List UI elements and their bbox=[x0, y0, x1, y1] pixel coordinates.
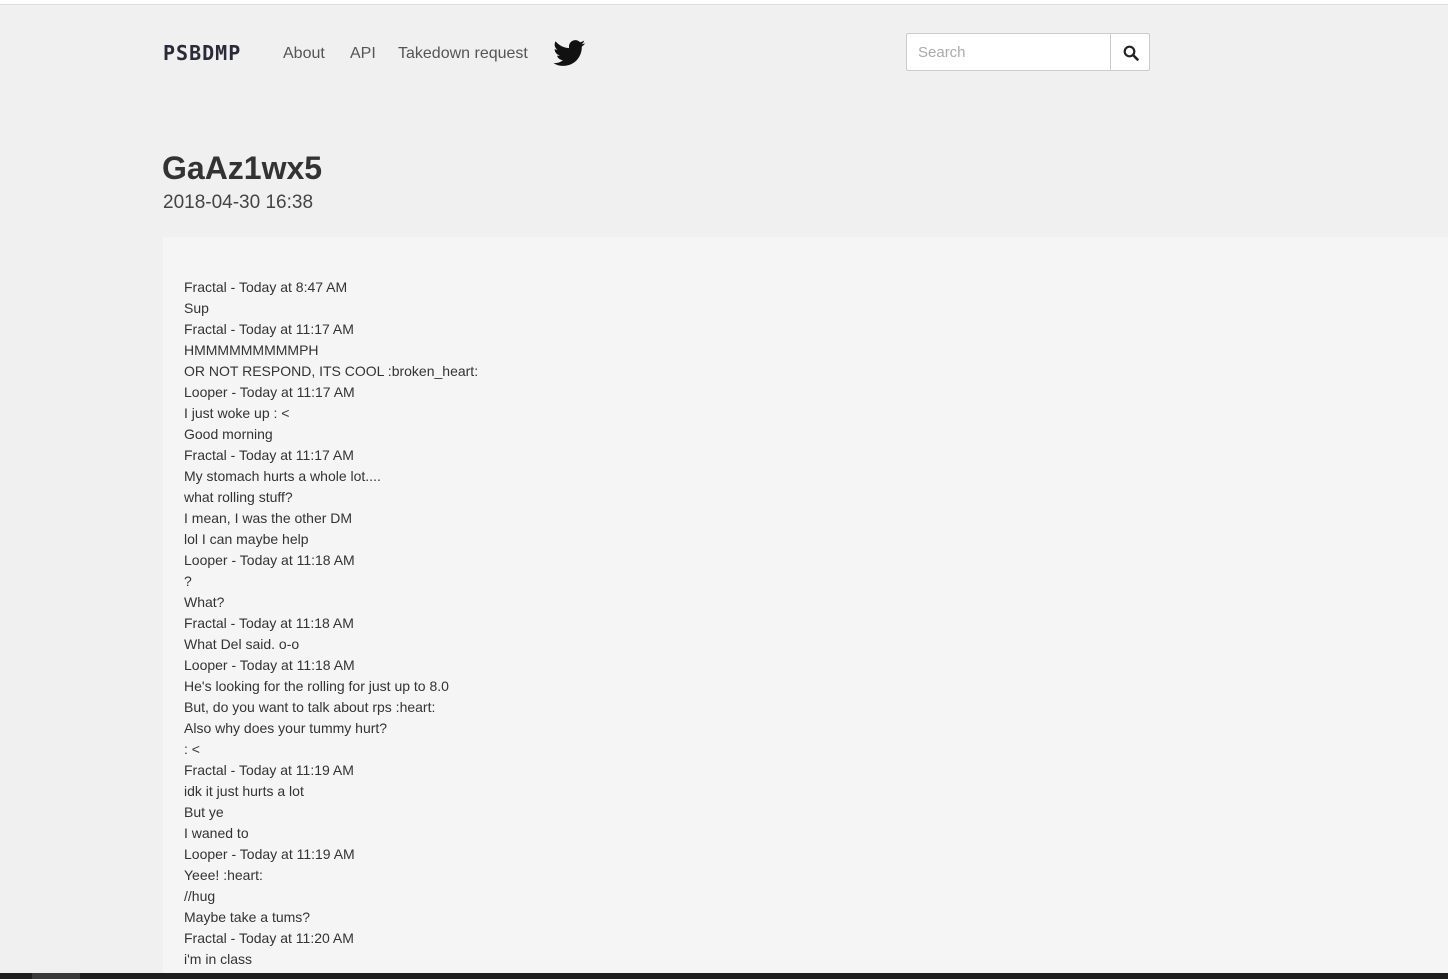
paste-line: : < bbox=[184, 741, 200, 757]
paste-line: Fractal - Today at 11:17 AM bbox=[184, 321, 354, 337]
paste-line: lol I can maybe help bbox=[184, 531, 309, 547]
navbar: PSBDMP About API Takedown request bbox=[163, 33, 1150, 73]
paste-line: But ye bbox=[184, 804, 224, 820]
nav-link-takedown-request[interactable]: Takedown request bbox=[398, 44, 528, 64]
paste-line: But, do you want to talk about rps :hear… bbox=[184, 699, 436, 715]
paste-line: What? bbox=[184, 594, 225, 610]
paste-line: HMMMMMMMMMPH bbox=[184, 342, 319, 358]
paste-line: Looper - Today at 11:17 AM bbox=[184, 384, 355, 400]
paste-content: Fractal - Today at 8:47 AM Sup Fractal -… bbox=[163, 237, 1448, 979]
paste-line: What Del said. o-o bbox=[184, 636, 300, 652]
paste-line: Also why does your tummy hurt? bbox=[184, 720, 388, 736]
paste-line: OR NOT RESPOND, ITS COOL :broken_heart: bbox=[184, 363, 479, 379]
magnifier-icon bbox=[1123, 45, 1139, 61]
paste-line: Looper - Today at 11:18 AM bbox=[184, 552, 355, 568]
paste-line: I mean, I was the other DM bbox=[184, 510, 353, 526]
paste-line: My stomach hurts a whole lot.... bbox=[184, 468, 381, 484]
paste-line: Good morning bbox=[184, 426, 273, 442]
paste-line: Fractal - Today at 8:47 AM bbox=[184, 279, 348, 295]
paste-line: Sup bbox=[184, 300, 209, 316]
paste-date: 2018-04-30 16:38 bbox=[163, 192, 314, 213]
twitter-bird-icon[interactable] bbox=[553, 40, 586, 66]
nav-link-about[interactable]: About bbox=[283, 44, 325, 64]
paste-line: Looper - Today at 11:19 AM bbox=[184, 846, 355, 862]
paste-line: what rolling stuff? bbox=[184, 489, 293, 505]
paste-line: I just woke up : < bbox=[184, 405, 290, 421]
paste-line: Fractal - Today at 11:20 AM bbox=[184, 930, 354, 946]
page-title: GaAz1wx5 bbox=[162, 150, 323, 186]
paste-line: Yeee! :heart: bbox=[184, 867, 263, 883]
search-input[interactable] bbox=[906, 33, 1110, 71]
search-button[interactable] bbox=[1110, 33, 1150, 71]
paste-line: //hug bbox=[184, 888, 216, 904]
paste-line: Fractal - Today at 11:17 AM bbox=[184, 447, 354, 463]
paste-line: Fractal - Today at 11:18 AM bbox=[184, 615, 354, 631]
site-logo[interactable]: PSBDMP bbox=[163, 41, 241, 65]
paste-line: idk it just hurts a lot bbox=[184, 783, 304, 799]
taskbar-edge bbox=[0, 973, 1448, 979]
search-form bbox=[906, 33, 1150, 73]
nav-link-api[interactable]: API bbox=[350, 44, 376, 64]
paste-line: I waned to bbox=[184, 825, 249, 841]
paste-line: Maybe take a tums? bbox=[184, 909, 311, 925]
paste-line: He's looking for the rolling for just up… bbox=[184, 678, 449, 694]
taskbar-item[interactable] bbox=[32, 973, 80, 979]
paste-line: i'm in class bbox=[184, 951, 253, 967]
browser-top-edge bbox=[0, 0, 1448, 5]
paste-line: Looper - Today at 11:18 AM bbox=[184, 657, 355, 673]
paste-line: ? bbox=[184, 573, 192, 589]
paste-line: Fractal - Today at 11:19 AM bbox=[184, 762, 354, 778]
